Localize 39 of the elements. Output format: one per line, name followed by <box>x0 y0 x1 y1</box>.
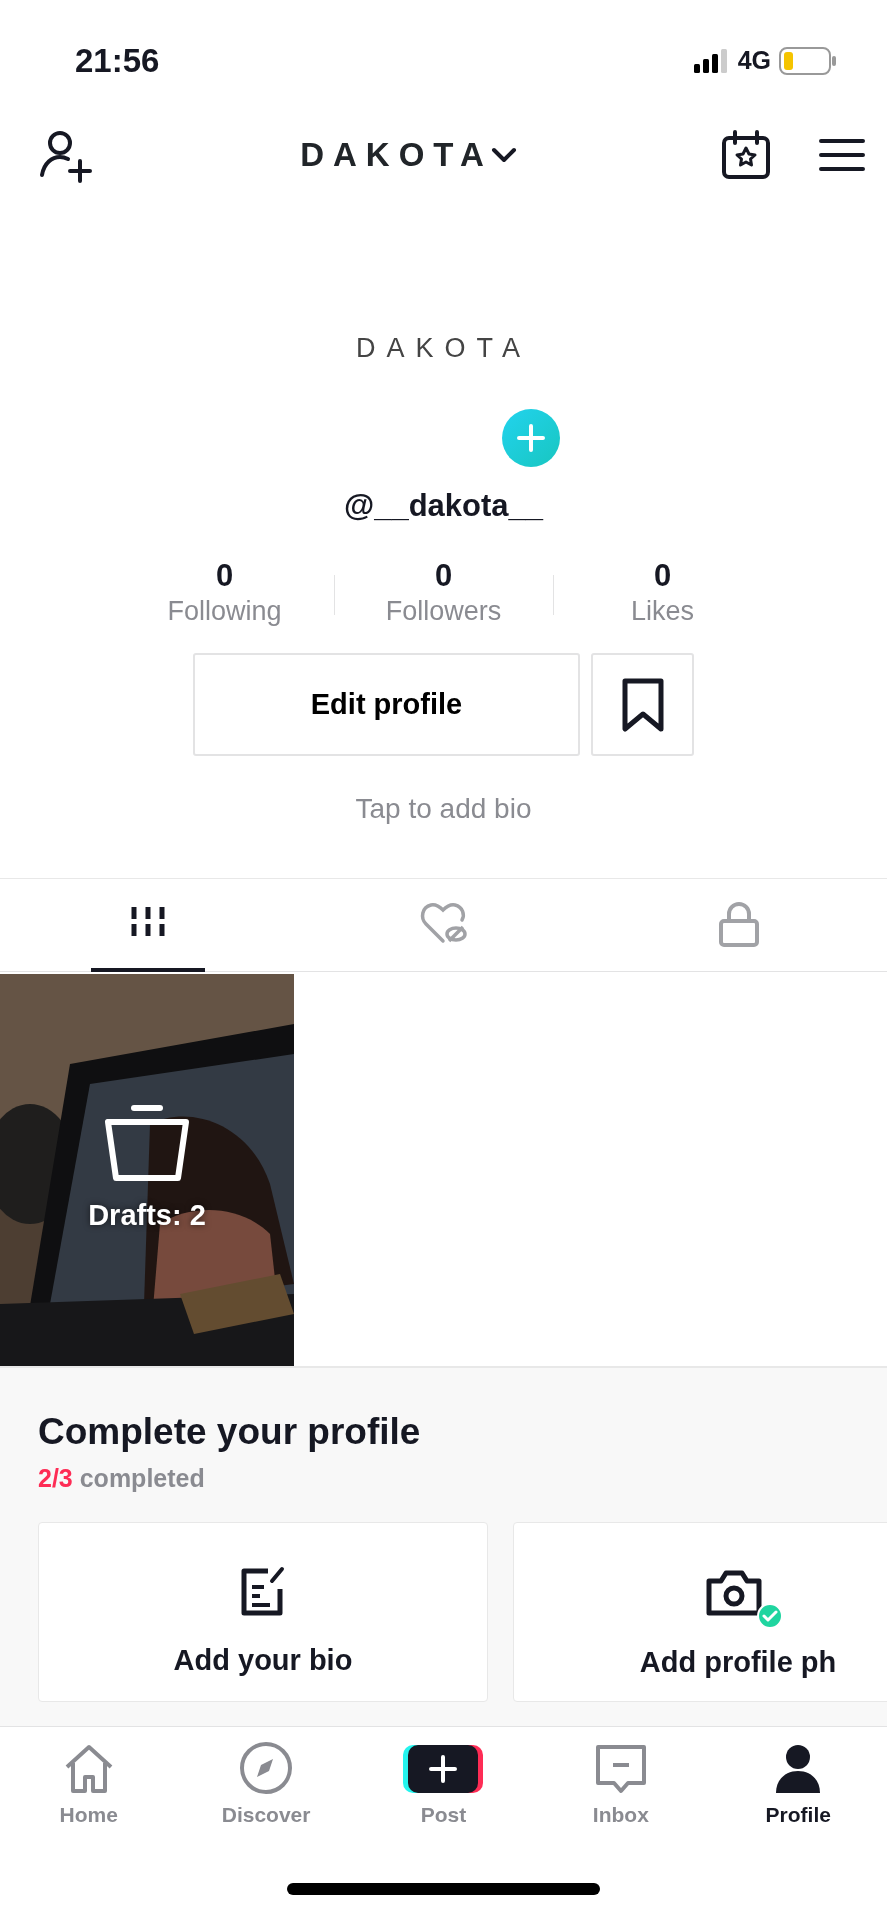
menu-icon <box>819 137 865 173</box>
profile-task-card[interactable]: Add your bio <box>38 1522 488 1703</box>
lock-icon <box>718 900 761 947</box>
bookmark-icon <box>620 677 665 732</box>
battery-icon <box>779 47 837 75</box>
drafts-thumbnail[interactable]: Drafts: 2 <box>0 974 294 1367</box>
signal-icon <box>693 49 730 73</box>
account-switcher[interactable]: DAKOTA <box>300 130 517 180</box>
network-label: 4G <box>737 45 771 77</box>
bookmarks-button[interactable] <box>591 653 694 757</box>
stat-count: 0 <box>215 557 234 595</box>
edit-profile-button[interactable]: Edit profile <box>193 653 580 757</box>
username: @__dakota__ <box>342 486 545 525</box>
drafts-icon <box>104 1103 190 1184</box>
stat-count: 0 <box>434 557 453 595</box>
stat-label: Followers <box>385 595 502 629</box>
nav-tab[interactable]: Profile <box>728 1739 869 1831</box>
chevron-down-icon <box>490 146 517 164</box>
menu-button[interactable] <box>819 137 865 173</box>
stat-label: Following <box>167 595 282 629</box>
progress-label: completed <box>79 1463 205 1492</box>
drafts-label: Drafts: 2 <box>88 1197 206 1233</box>
message-icon <box>593 1743 648 1795</box>
compass-icon <box>239 1741 294 1795</box>
task-title: Add profile ph <box>639 1645 837 1681</box>
task-title: Add your bio <box>173 1643 353 1679</box>
person-icon <box>774 1743 823 1795</box>
calendar-button[interactable] <box>721 130 771 180</box>
plus-icon <box>403 1743 484 1795</box>
status-time: 21:56 <box>75 41 160 82</box>
progress-count: 2/3 <box>38 1463 73 1492</box>
calendar-star-icon <box>721 130 771 180</box>
plus-icon <box>517 423 545 452</box>
stat-count: 0 <box>653 557 672 595</box>
stat-label: Likes <box>631 595 694 629</box>
profile-task-card[interactable]: Add profile ph <box>513 1522 887 1703</box>
display-name: DAKOTA <box>355 332 532 365</box>
section-title: Complete your profile <box>38 1410 422 1455</box>
account-name: DAKOTA <box>300 135 493 176</box>
